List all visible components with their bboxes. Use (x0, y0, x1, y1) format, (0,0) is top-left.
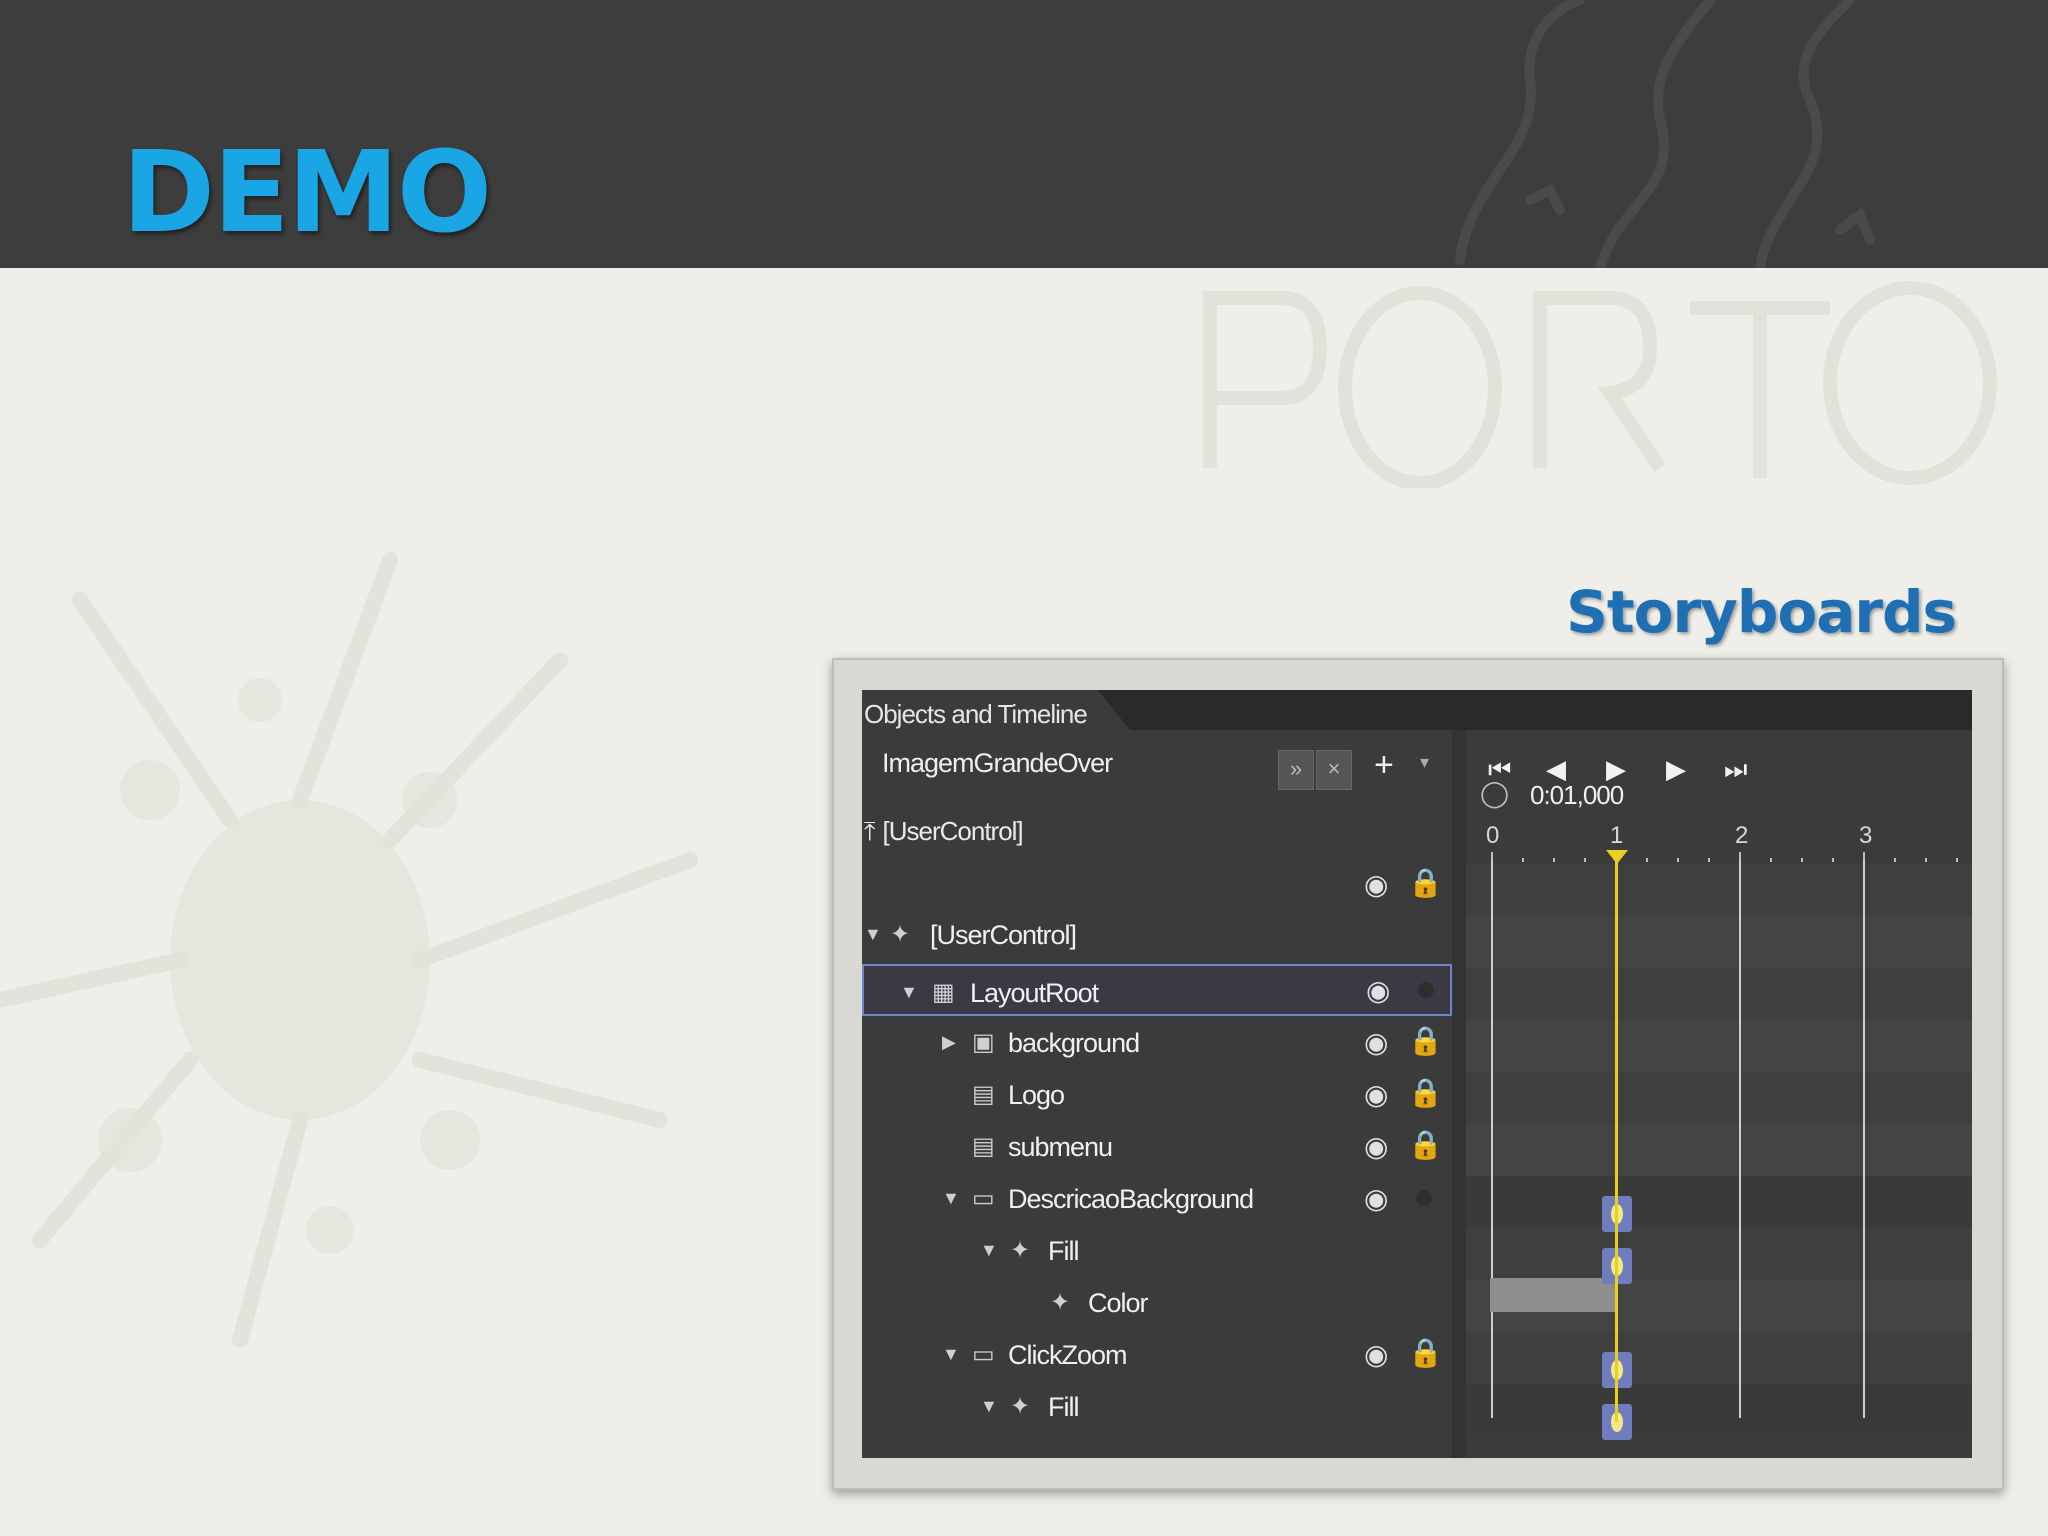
timeline-track[interactable] (1466, 1384, 1972, 1436)
visibility-eye-icon[interactable]: ◉ (1364, 1078, 1388, 1111)
visibility-eye-icon[interactable]: ◉ (1364, 1182, 1388, 1215)
lock-dot-icon[interactable] (1418, 982, 1434, 998)
tree-row-fill[interactable]: ▼ ✦ Fill (862, 1224, 1452, 1276)
timeline-gridline (1739, 860, 1741, 1418)
expand-arrow-icon[interactable]: ▼ (942, 1188, 960, 1209)
visibility-eye-icon[interactable]: ◉ (1366, 974, 1390, 1007)
time-display[interactable]: 0:01,000 (1530, 780, 1624, 811)
object-tree-column: ImagemGrandeOver » × + ▾ ⤒ [UserControl] … (862, 690, 1452, 1458)
tree-row-label: LayoutRoot (970, 978, 1099, 1008)
tree-row-label: background (1008, 1028, 1140, 1058)
close-storyboard-button[interactable]: × (1316, 750, 1352, 790)
objects-and-timeline-panel: Objects and Timeline ImagemGrandeOver » … (862, 690, 1972, 1458)
tree-row-layoutroot[interactable]: ▼ ▦ LayoutRoot ◉ (862, 964, 1452, 1016)
tree-row-clickzoom[interactable]: ▼ ▭ ClickZoom ◉ 🔒 (862, 1328, 1452, 1380)
textblock-icon: ▤ (972, 1081, 995, 1108)
rectangle-icon: ▭ (972, 1185, 995, 1212)
porto-watermark-logo (1203, 281, 1997, 488)
tree-row-label: submenu (1008, 1132, 1113, 1162)
timeline-track[interactable] (1466, 1332, 1972, 1384)
tree-row-color[interactable]: ✦ Color (862, 1276, 1452, 1328)
ruler-tick-label: 2 (1735, 822, 1749, 849)
time-ruler (1491, 852, 1958, 862)
expand-arrow-icon[interactable]: ▼ (942, 1344, 960, 1365)
slide-subtitle: Storyboards (1566, 578, 1957, 646)
expand-arrow-icon[interactable]: ▼ (864, 924, 882, 945)
tree-row-label: ClickZoom (1008, 1340, 1128, 1370)
tree-row-label: Fill (1048, 1392, 1079, 1422)
brush-icon: ✦ (1010, 1393, 1031, 1420)
collapse-storyboard-button[interactable]: » (1278, 750, 1314, 790)
brush-icon: ✦ (1050, 1289, 1071, 1316)
lock-icon[interactable]: 🔒 (1408, 1076, 1443, 1109)
lock-all-icon[interactable]: 🔒 (1408, 866, 1443, 899)
tree-row-label: DescricaoBackground (1008, 1184, 1254, 1214)
tribal-sun-watermark (0, 552, 698, 1348)
expand-arrow-icon[interactable]: ▼ (980, 1240, 998, 1261)
expand-arrow-icon[interactable]: ▶ (942, 1032, 956, 1053)
next-frame-icon[interactable]: ▶ (1666, 754, 1686, 785)
lock-icon[interactable]: 🔒 (1408, 1024, 1443, 1057)
storyboard-dropdown-icon[interactable]: ▾ (1420, 752, 1429, 773)
screenshot-frame: Objects and Timeline ImagemGrandeOver » … (832, 658, 2004, 1490)
tree-row-fill-2[interactable]: ▼ ✦ Fill (862, 1380, 1452, 1432)
timeline-track[interactable] (1466, 1228, 1972, 1280)
visibility-eye-icon[interactable]: ◉ (1364, 1026, 1388, 1059)
scope-breadcrumb[interactable]: ⤒ [UserControl] (864, 816, 1024, 848)
slide-header-bar: DEMO (0, 0, 2048, 268)
lock-icon[interactable]: 🔒 (1408, 1336, 1443, 1369)
brush-icon: ✦ (1010, 1237, 1031, 1264)
lock-dot-icon[interactable] (1416, 1190, 1432, 1206)
timeline-column: ⏮ ◀ ▶ ▶ ⏭ ◯ 0:01,000 0 1 2 3 (1466, 730, 1972, 1458)
usercontrol-icon: ✦ (890, 921, 911, 948)
tree-row-submenu[interactable]: ▤ submenu ◉ 🔒 (862, 1120, 1452, 1172)
show-all-eye-icon[interactable]: ◉ (1364, 868, 1388, 901)
tree-row-label: Fill (1048, 1236, 1079, 1266)
tree-row-usercontrol[interactable]: ▼ ✦ [UserControl] (862, 908, 1452, 960)
panel-splitter[interactable] (1452, 730, 1466, 1458)
scope-up-icon: ⤒ (864, 816, 875, 846)
grid-icon: ▦ (932, 979, 955, 1006)
color-animation-bar[interactable] (1490, 1278, 1616, 1312)
tree-row-label: [UserControl] (930, 920, 1077, 950)
scope-label: [UserControl] (882, 816, 1024, 846)
tree-row-logo[interactable]: ▤ Logo ◉ 🔒 (862, 1068, 1452, 1120)
canvas-icon: ▣ (972, 1029, 995, 1056)
lock-icon[interactable]: 🔒 (1408, 1128, 1443, 1161)
tree-row-label: Color (1088, 1288, 1149, 1318)
timeline-track[interactable] (1466, 1176, 1972, 1228)
playhead-line[interactable] (1615, 858, 1618, 1422)
tree-row-background[interactable]: ▶ ▣ background ◉ 🔒 (862, 1016, 1452, 1068)
expand-arrow-icon[interactable]: ▼ (980, 1396, 998, 1417)
timeline-track[interactable] (1466, 1020, 1972, 1072)
timeline-track[interactable] (1466, 1072, 1972, 1124)
visibility-eye-icon[interactable]: ◉ (1364, 1338, 1388, 1371)
timeline-track[interactable] (1466, 916, 1972, 968)
add-storyboard-button[interactable]: + (1374, 746, 1394, 785)
decorative-swirl-icon (1455, 0, 1875, 268)
ruler-tick-label: 3 (1859, 822, 1873, 849)
storyboard-name[interactable]: ImagemGrandeOver (882, 748, 1113, 779)
timeline-gridline (1863, 860, 1865, 1418)
timeline-gridline (1491, 860, 1493, 1418)
timeline-track[interactable] (1466, 968, 1972, 1020)
go-to-last-frame-icon[interactable]: ⏭ (1724, 754, 1747, 786)
expand-arrow-icon[interactable]: ▼ (900, 982, 918, 1003)
timeline-track[interactable] (1466, 1124, 1972, 1176)
panel-icon: ▤ (972, 1133, 995, 1160)
tree-row-descricaobackground[interactable]: ▼ ▭ DescricaoBackground ◉ (862, 1172, 1452, 1224)
tree-row-label: Logo (1008, 1080, 1065, 1110)
record-keyframe-icon[interactable]: ◯ (1480, 778, 1509, 809)
ruler-tick-label: 0 (1486, 822, 1500, 849)
timeline-track[interactable] (1466, 864, 1972, 916)
rectangle-icon: ▭ (972, 1341, 995, 1368)
ruler-tick-label: 1 (1610, 822, 1624, 849)
slide-title: DEMO (122, 128, 492, 258)
visibility-eye-icon[interactable]: ◉ (1364, 1130, 1388, 1163)
